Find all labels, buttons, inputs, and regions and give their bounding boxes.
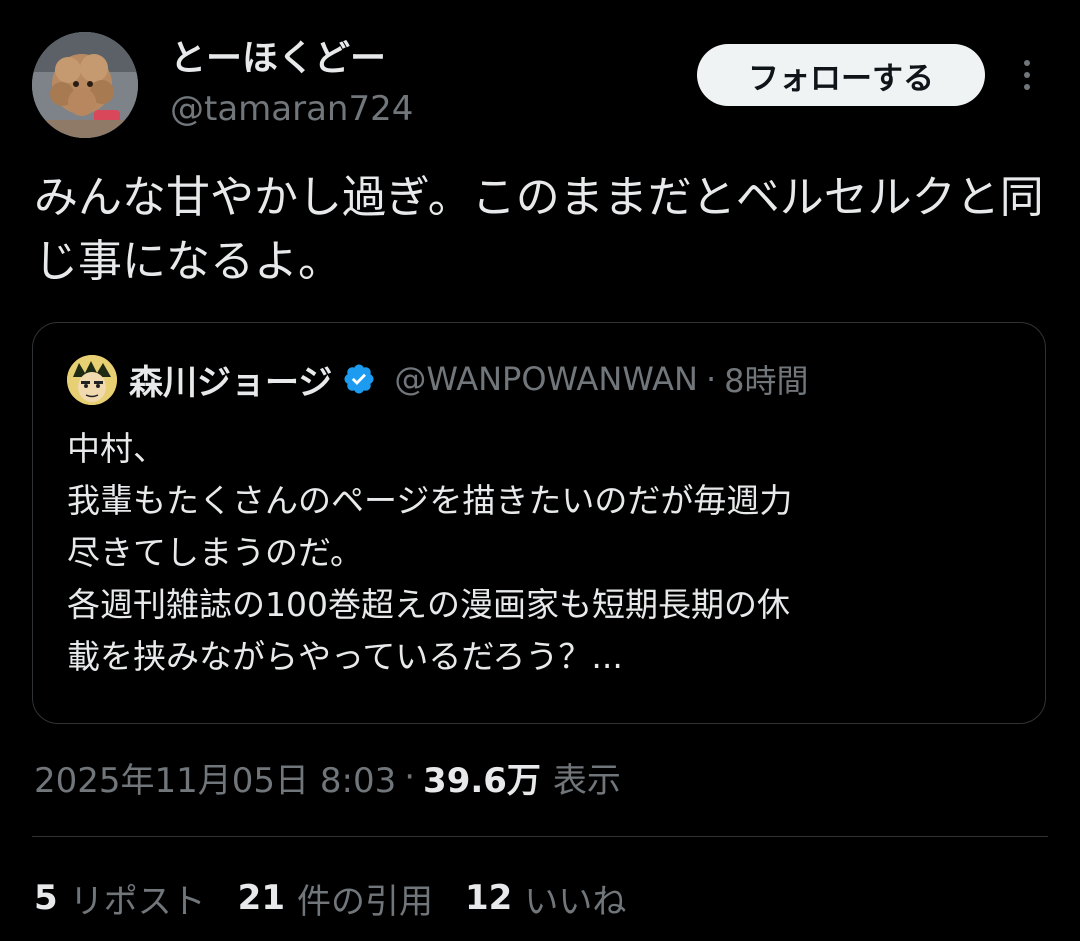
views-label: 表示: [552, 760, 621, 801]
engagement-stats: 5 リポスト 21 件の引用 12 いいね: [34, 872, 658, 924]
manga-avatar-icon: [67, 355, 117, 405]
verified-badge-icon: [344, 364, 374, 394]
quote-text-line: 尽きてしまうのだ。: [67, 533, 364, 572]
likes-count: 12: [465, 878, 513, 918]
quote-author-avatar[interactable]: [67, 355, 117, 405]
likes-label: いいね: [524, 881, 627, 922]
tweet-timestamp[interactable]: 2025年11月05日 8:03: [34, 753, 396, 802]
quote-text: 中村、 我輩もたくさんのページを描きたいのだが毎週力 尽きてしまうのだ。 各週刊…: [67, 423, 1017, 683]
quotes-count: 21: [237, 878, 285, 918]
divider: [32, 836, 1048, 837]
quote-author-handle[interactable]: @WANPOWANWAN: [394, 360, 698, 398]
views-count: 39.6万: [423, 760, 541, 801]
dot: [1024, 60, 1030, 66]
quote-text-line: 載を挟みながらやっているだろう？...: [67, 637, 623, 676]
dot: [1024, 84, 1030, 90]
quote-header: 森川ジョージ @WANPOWANWAN · 8時間: [129, 353, 809, 405]
reposts-count: 5: [34, 878, 58, 918]
author-display-name[interactable]: とーほくどー: [170, 36, 386, 82]
reposts-label: リポスト: [69, 881, 206, 922]
poodle-avatar-icon: [32, 32, 138, 138]
quote-time[interactable]: 8時間: [724, 356, 808, 402]
likes-stat[interactable]: 12 いいね: [465, 874, 626, 923]
meta-separator: ·: [404, 757, 416, 797]
more-dots-icon[interactable]: [1010, 54, 1044, 96]
author-avatar[interactable]: [32, 32, 138, 138]
quotes-stat[interactable]: 21 件の引用: [238, 874, 433, 923]
reposts-stat[interactable]: 5 リポスト: [34, 874, 206, 923]
quoted-tweet-card[interactable]: 森川ジョージ @WANPOWANWAN · 8時間 中村、 我輩もたくさんのペー…: [32, 322, 1046, 724]
quote-text-line: 各週刊雑誌の100巻超えの漫画家も短期長期の休: [67, 585, 790, 624]
tweet-meta: 2025年11月05日 8:03 · 39.6万 表示: [34, 752, 621, 802]
quote-separator: ·: [705, 360, 717, 398]
dot: [1024, 72, 1030, 78]
tweet-text: みんな甘やかし過ぎ。このままだとベルセルクと同じ事になるよ。: [34, 172, 1044, 287]
follow-button[interactable]: フォローする: [697, 44, 985, 106]
quote-text-line: 中村、: [67, 429, 166, 468]
author-handle[interactable]: @tamaran724: [170, 86, 413, 132]
quote-text-line: 我輩もたくさんのページを描きたいのだが毎週力: [67, 481, 793, 520]
quotes-label: 件の引用: [297, 881, 433, 922]
quote-author-name[interactable]: 森川ジョージ: [129, 355, 332, 404]
